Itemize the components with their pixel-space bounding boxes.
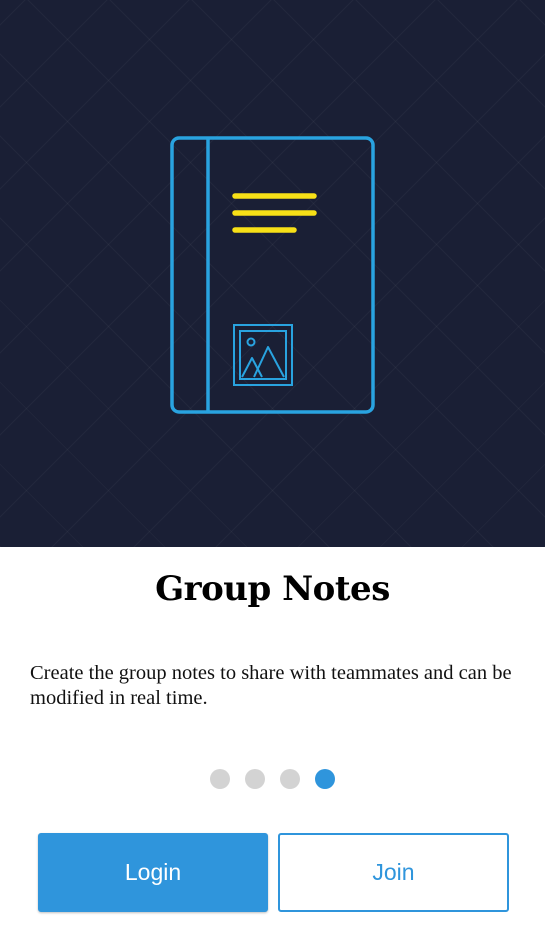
join-button[interactable]: Join — [278, 833, 509, 912]
notebook-cover — [170, 136, 375, 414]
image-placeholder-icon — [233, 324, 293, 386]
page-indicator — [0, 769, 545, 789]
hero-banner — [0, 0, 545, 547]
page-dot-3[interactable] — [280, 769, 300, 789]
page-title: Group Notes — [155, 569, 390, 609]
page-dot-2[interactable] — [245, 769, 265, 789]
page-dot-1[interactable] — [210, 769, 230, 789]
page-dot-4[interactable] — [315, 769, 335, 789]
login-button[interactable]: Login — [38, 833, 268, 912]
notebook-icon — [170, 136, 375, 414]
onboarding-description: Create the group notes to share with tea… — [30, 662, 512, 709]
text-lines-icon — [232, 193, 317, 233]
